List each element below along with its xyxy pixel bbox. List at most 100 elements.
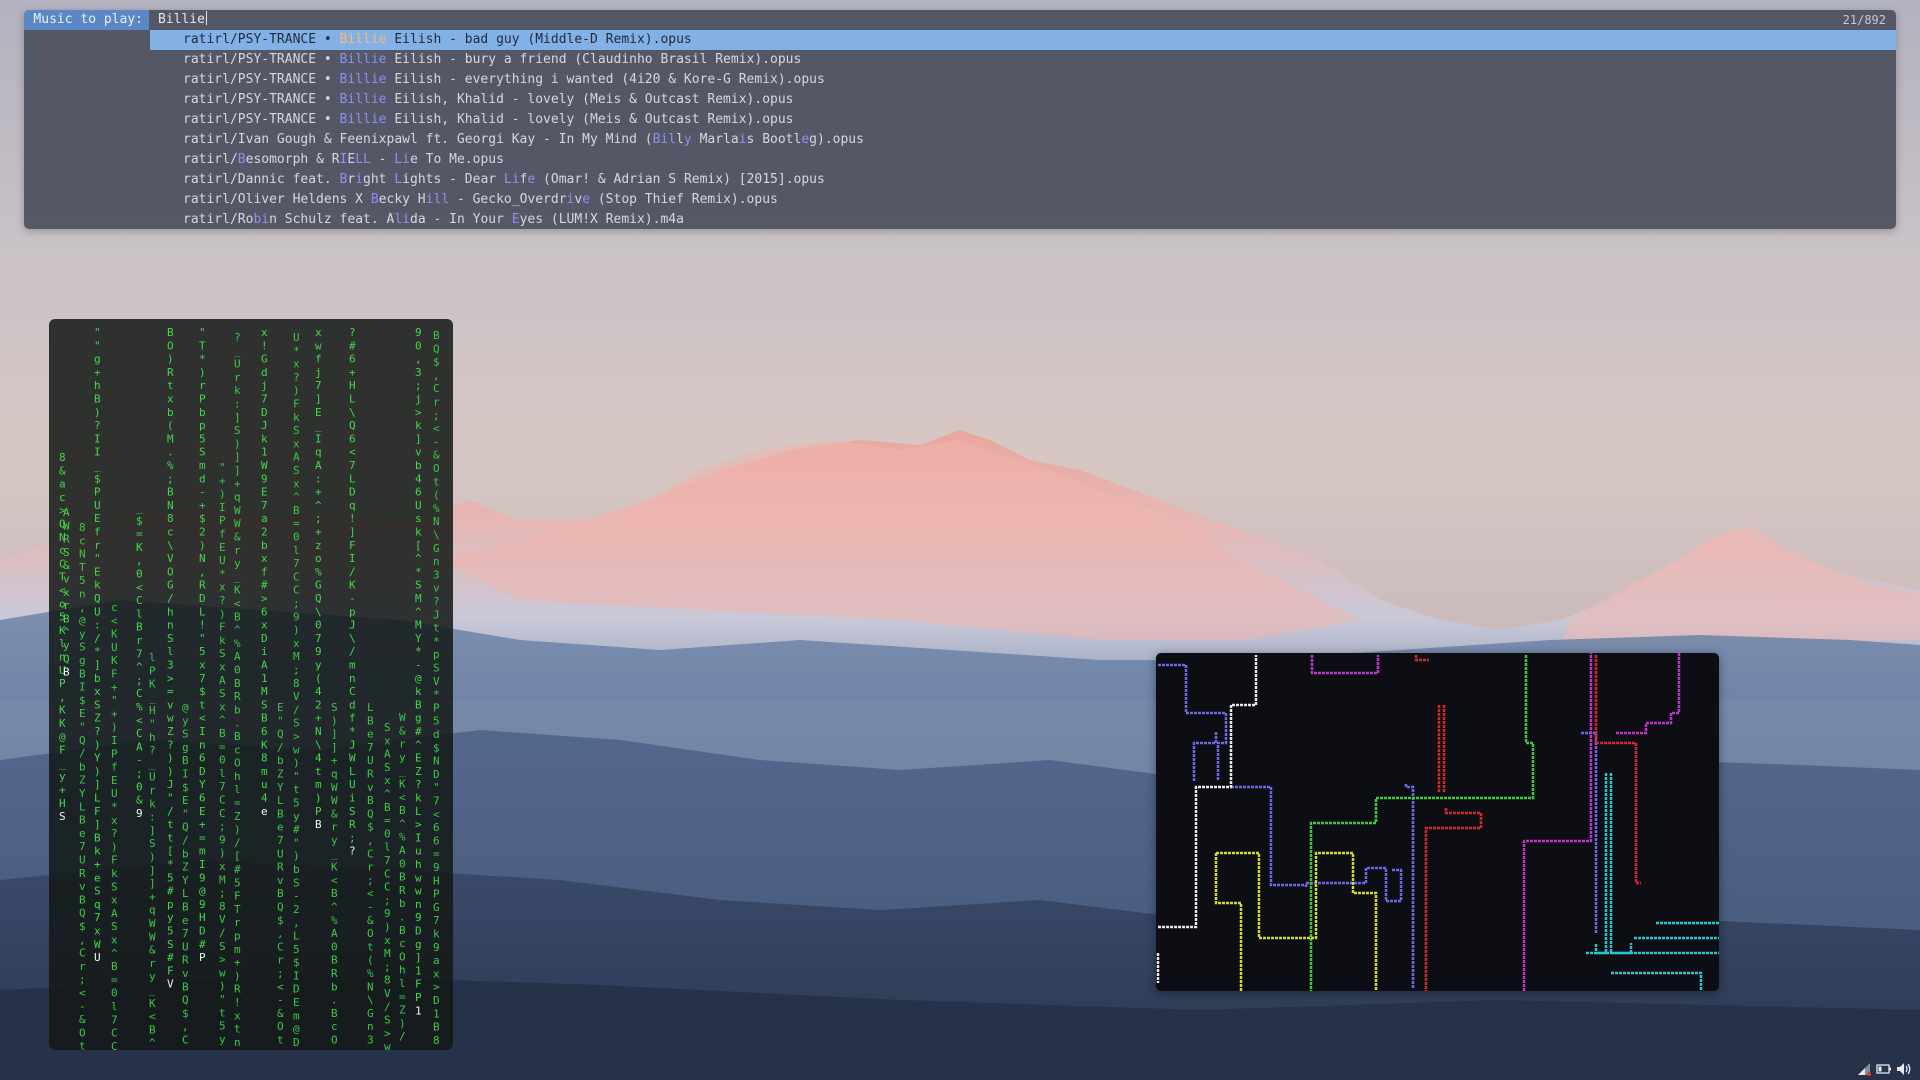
result-row[interactable]: ratirl/Ivan Gough & Feenixpawl ft. Georg… [150,130,1896,150]
matrix-column: E " Q / b Z Y L Be 7 U Rv B Q $, Cr; < -& Ot [277,701,284,1047]
result-match-highlight: Billie [339,112,387,127]
pipes-terminal-window[interactable] [1156,653,1719,991]
system-tray [1856,1060,1912,1078]
search-query-text: Billie [158,12,205,27]
result-text: Eilish, Khalid - lovely (Meis & Outcast … [386,92,794,107]
result-match-highlight: Bil [652,132,677,147]
result-text: Marla [691,132,739,147]
result-text: ecky H [378,192,426,207]
result-match-highlight: Li [394,152,410,167]
result-text: ights - Dear [402,172,504,187]
result-row[interactable]: ratirl/PSY-TRANCE • Billie Eilish, Khali… [150,90,1896,110]
result-text: (Omar! & Adrian S Remix) [2015].opus [535,172,825,187]
result-text: esomorph & R [245,152,340,167]
result-text: ratirl/PSY-TRANCE • [183,52,340,67]
matrix-column: ? #6 + H L \ Q 6 <7 L Dq!] F I / K -p J \ / m n Cd f * J W L Ui S R;? [349,326,356,858]
matrix-column: ? _ Ur k:] S)]] + q W W & r y _ K < B ^% A 0 B Rb. Bc Oh l = Z) /[… [234,331,241,1049]
result-text: ratirl/PSY-TRANCE • [183,72,340,87]
matrix-column: c < K U K F + " +) I Pf E U * x?) Fk Sx A Sx ^ B = 0 l 7 C C [111,601,118,1050]
launcher-prompt-row: Music to play: Billie 21/892 [24,10,1896,30]
result-text: s Bootl [746,132,802,147]
result-match-highlight: li [394,212,410,227]
result-match-highlight: i [738,132,747,147]
matrix-column: B Q $, Cr; < -& Ot(% N \ Gn 3 v? Jt * p S V * P 5 d $ N D " 7 <6 6 =… [433,329,440,1047]
pipes-screensaver-canvas [1156,653,1719,991]
matrix-column: W & r y _ K < B ^% A 0 B Rb. Bc Oh l = Z) / [399,711,406,1043]
matrix-column: " +) I Pf E U * x?) Fk Sx A Sx ^ B = 0 l 7 C C; 9) x M; 8 V / S > w)… [219,461,226,1046]
result-text: (Stop Thief Remix).opus [590,192,778,207]
matrix-column: Sx A Sx ^ B = 0 l 7 C C; 9) x M; 8 V / S > w [384,721,391,1050]
result-match-highlight: Billie [339,92,387,107]
results-list[interactable]: ratirl/PSY-TRANCE • Billie Eilish - bad … [150,30,1896,229]
result-text: ratirl/Dannic feat. [183,172,340,187]
matrix-rain-canvas: 8 & a c > Q Nc C T < o 5 Kl n U P, K K @ F _ y + H S" " g + h B)? I I _ $… [59,326,440,1050]
matrix-column: U * x?) Fk Sx A Sx ^ B = 0 l 7 C C; 9) x M; 8 V / S > w) " t 5 y # ")… [293,331,300,1049]
result-text: g).opus [809,132,864,147]
matrix-column: x! Gd j 7 D Jk 1 W 9 E 7 a 2 b x f # >6 x Di A 1 M S B 6 K 8 m u 4 e [261,326,268,818]
network-icon[interactable] [1856,1061,1872,1077]
match-count: 21/892 [1842,13,1886,27]
result-row[interactable]: ratirl/PSY-TRANCE • Billie Eilish, Khali… [150,110,1896,130]
result-match-highlight: y [683,132,692,147]
result-text: ratirl/ [183,152,238,167]
result-text: l [676,132,684,147]
result-match-highlight: Billie [339,32,387,47]
result-match-highlight: Billie [339,52,387,67]
result-match-highlight: e [801,132,810,147]
result-text: - [370,152,395,167]
matrix-terminal-window[interactable]: 8 & a c > Q Nc C T < o 5 Kl n U P, K K @ F _ y + H S " " g + h B)? I I _ $… [49,319,453,1050]
result-text: Eilish - bury a friend (Claudinho Brasil… [386,52,802,67]
matrix-column: x w f j 7] E _ Iq A: + ^; + z o% G Q \ 0 7 9 y(4 2 + N \ 4 t m) P B [315,326,322,831]
result-row[interactable]: ratirl/Oliver Heldens X Becky Hill - Gec… [150,190,1896,210]
matrix-column: 8 c N T 5 n, @ y Sg B I $ E " Q / b Z Y L Be 7 U Rv B Q $, Cr; < -& Ot [79,521,86,1050]
matrix-column: _ $ = K, 0 < Cl Br 7 ^; C% < C A -; 0 & 9 [136,501,143,820]
result-match-highlight: ll [433,192,450,207]
matrix-column: " " g + h B)? I I _ $ P U Ef r " Ek Q U: / *] b x S Z?) Y)] L F] Bk… [94,326,101,964]
result-text: Eilish - bad guy (Middle-D Remix).opus [386,32,692,47]
result-text: ratirl/PSY-TRANCE • [183,32,340,47]
result-match-highlight: L [394,172,403,187]
result-match-highlight: LL [355,152,371,167]
matrix-column: A W R S & v x r B ^ y Q B [63,506,70,679]
result-match-highlight: bi [253,212,270,227]
result-text: da - In Your [410,212,512,227]
result-match-highlight: i [355,172,364,187]
result-row[interactable]: ratirl/Dannic feat. Bright Lights - Dear… [150,170,1896,190]
matrix-column: B O) Rt x b(M.%; B N 8 c \ V O G / h n Sl 3 > = v w Z?)) J " / t t[… [167,326,174,991]
result-text: Eilish, Khalid - lovely (Meis & Outcast … [386,112,794,127]
result-text: - Gecko_Overdr [449,192,567,207]
matrix-column: @ y Sg B I $ E " Q / b Z Y L Be 7 U Rv B Q $, C [182,701,189,1047]
result-row[interactable]: ratirl/PSY-TRANCE • Billie Eilish - bury… [150,50,1896,70]
result-match-highlight: Billie [339,72,387,87]
result-text: ratirl/PSY-TRANCE • [183,112,340,127]
matrix-column: S)]] + q W W & r y _ K < B ^% A 0 B Rb. Bc O [331,701,338,1047]
result-match-highlight: e [582,192,591,207]
result-text: ght [363,172,395,187]
result-text: ratirl/Ro [183,212,254,227]
result-text: ratirl/Oliver Heldens X [183,192,371,207]
result-text: e To Me.opus [410,152,504,167]
result-match-highlight: E [511,212,520,227]
battery-icon[interactable] [1876,1061,1892,1077]
result-match-highlight: Li [503,172,520,187]
result-text: ratirl/PSY-TRANCE • [183,92,340,107]
music-launcher[interactable]: Music to play: Billie 21/892 ratirl/PSY-… [24,10,1896,229]
result-match-highlight: B [370,192,379,207]
result-text: yes (LUM!X Remix).m4a [519,212,684,227]
matrix-column: 9 0, 3; j > k] v b 4 6 Us k[^ * S M ^ M Y * -@ k Bg # ^ E Z? k L > Iu… [415,326,422,1017]
result-row[interactable]: ratirl/PSY-TRANCE • Billie Eilish - ever… [150,70,1896,90]
result-row-selected[interactable]: ratirl/PSY-TRANCE • Billie Eilish - bad … [150,30,1896,50]
matrix-column: l P K _ H " h? _ Ur k:] S)]] + q W W & r y _ K < B ^ [149,651,156,1050]
result-text: v [574,192,583,207]
matrix-column: " T *) r Pb p 5 Sm d -+ $2) N, R D L! " 5 x 7 $ t < In 6 D Y 6 E + = m… [199,326,206,964]
text-caret [205,11,207,25]
volume-icon[interactable] [1896,1061,1912,1077]
result-row[interactable]: ratirl/Robin Schulz feat. Alida - In You… [150,210,1896,229]
result-row[interactable]: ratirl/Besomorph & RIELL - Lie To Me.opu… [150,150,1896,170]
matrix-column: L Be 7 U Rv B Q $, Cr; < -& Ot(% N \ Gn 3 [367,701,374,1047]
result-text: n Schulz feat. A [269,212,395,227]
prompt-label: Music to play: [24,10,149,30]
result-text: Eilish - everything i wanted (4i20 & Kor… [386,72,825,87]
result-match-highlight: B [237,152,246,167]
search-input[interactable]: Billie [149,10,1749,30]
